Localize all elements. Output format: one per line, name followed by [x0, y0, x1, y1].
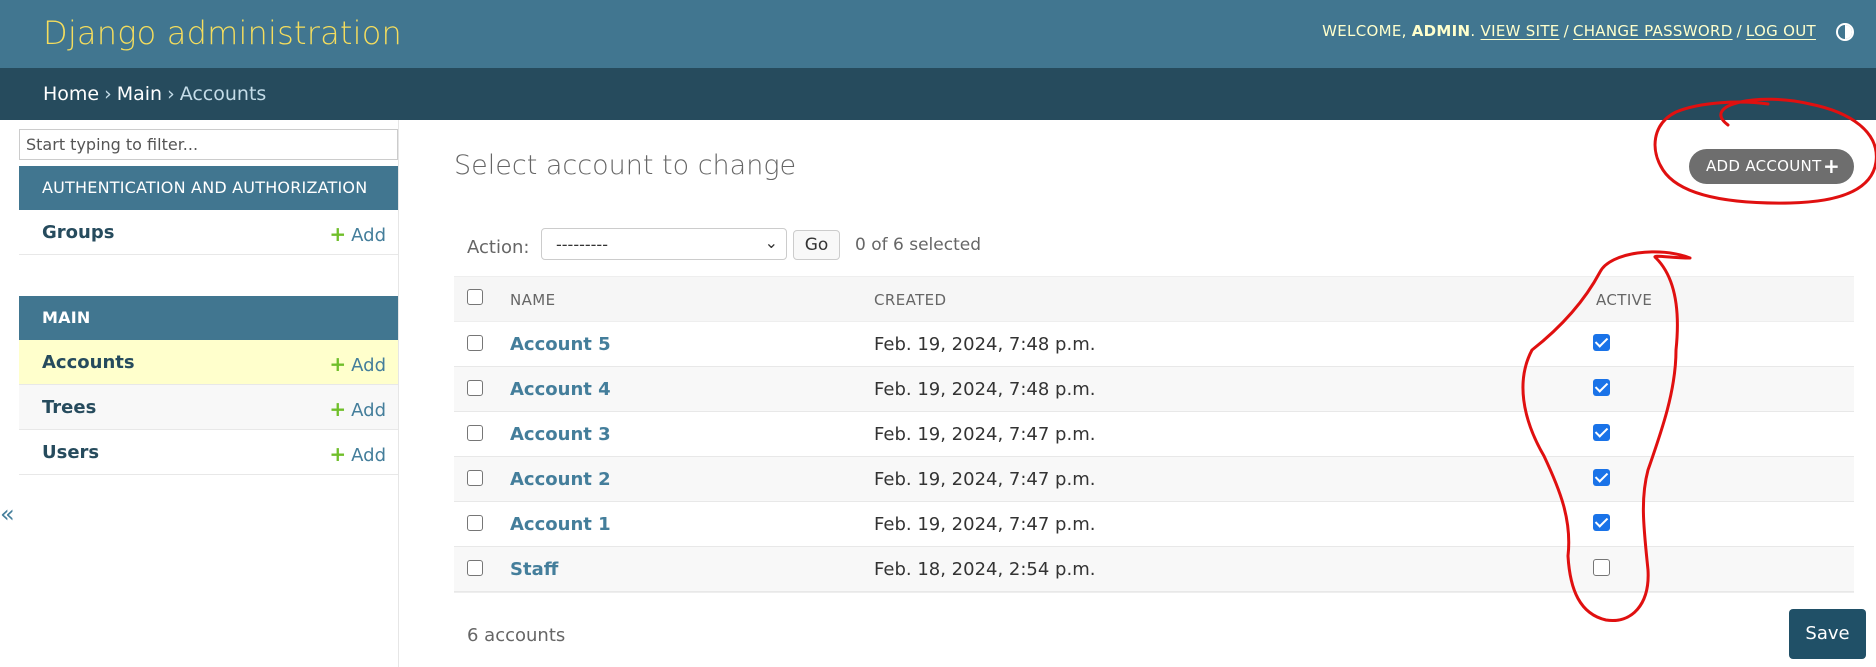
row-select-checkbox[interactable] [467, 515, 483, 531]
table-row: Account 1 Feb. 19, 2024, 7:47 p.m. [454, 502, 1854, 547]
row-name-link[interactable]: Staff [510, 559, 558, 580]
result-list-table: Name Created Active Account 5 Feb. 19, 2… [454, 276, 1854, 592]
row-active-checkbox[interactable] [1593, 379, 1610, 396]
row-created: Feb. 19, 2024, 7:47 p.m. [874, 469, 1096, 490]
sidebar-item-label[interactable]: Trees [42, 397, 96, 418]
page-title: Select account to change [454, 150, 797, 181]
table-row: Staff Feb. 18, 2024, 2:54 p.m. [454, 547, 1854, 592]
add-account-label: Add Account [1706, 157, 1822, 175]
site-header: Django administration Welcome, admin. Vi… [0, 0, 1876, 68]
go-button[interactable]: Go [793, 230, 840, 260]
column-header-active[interactable]: Active [1596, 291, 1652, 309]
nav-sidebar: Authentication and Authorization Groups … [0, 120, 399, 667]
breadcrumb-home[interactable]: Home [43, 83, 99, 105]
column-header-created[interactable]: Created [874, 291, 946, 309]
breadcrumb-current: Accounts [179, 83, 267, 105]
table-row: Account 4 Feb. 19, 2024, 7:48 p.m. [454, 367, 1854, 412]
save-button[interactable]: Save [1789, 609, 1866, 659]
table-row: Account 5 Feb. 19, 2024, 7:48 p.m. [454, 322, 1854, 367]
add-account-button[interactable]: Add Account + [1689, 149, 1854, 184]
app-caption-main[interactable]: Main [19, 296, 398, 340]
username: admin [1411, 22, 1471, 40]
result-count: 6 accounts [467, 625, 566, 646]
row-active-checkbox[interactable] [1593, 514, 1610, 531]
change-password-link[interactable]: Change password [1573, 22, 1733, 40]
sidebar-item-label[interactable]: Users [42, 442, 99, 463]
row-created: Feb. 19, 2024, 7:48 p.m. [874, 379, 1096, 400]
select-all-checkbox[interactable] [467, 289, 483, 305]
sidebar-item-label[interactable]: Accounts [42, 352, 135, 373]
plus-icon: + [329, 397, 347, 421]
row-name-link[interactable]: Account 5 [510, 334, 611, 355]
row-created: Feb. 19, 2024, 7:47 p.m. [874, 424, 1096, 445]
trees-add-link[interactable]: + Add [329, 397, 386, 421]
sidebar-item-accounts: Accounts + Add [19, 340, 398, 385]
row-select-checkbox[interactable] [467, 335, 483, 351]
welcome-text: Welcome, [1322, 22, 1407, 40]
groups-add-link[interactable]: + Add [329, 222, 386, 246]
plus-icon: + [329, 442, 347, 466]
app-caption-auth[interactable]: Authentication and Authorization [19, 166, 398, 210]
view-site-link[interactable]: View site [1481, 22, 1560, 40]
action-select[interactable]: --------- ⌄ [541, 228, 787, 260]
breadcrumb: Home › Main › Accounts [0, 68, 1876, 120]
row-select-checkbox[interactable] [467, 560, 483, 576]
action-label: Action: [467, 237, 530, 258]
site-branding[interactable]: Django administration [43, 14, 402, 52]
chevron-down-icon: ⌄ [764, 233, 778, 252]
accounts-add-link[interactable]: + Add [329, 352, 386, 376]
row-select-checkbox[interactable] [467, 380, 483, 396]
users-add-link[interactable]: + Add [329, 442, 386, 466]
row-select-checkbox[interactable] [467, 425, 483, 441]
table-row: Account 3 Feb. 19, 2024, 7:47 p.m. [454, 412, 1854, 457]
table-row: Account 2 Feb. 19, 2024, 7:47 p.m. [454, 457, 1854, 502]
column-header-name[interactable]: Name [510, 291, 556, 309]
toggle-nav-sidebar-icon[interactable]: « [0, 500, 15, 528]
nav-filter-input[interactable] [19, 129, 398, 160]
actions-bar: Action: --------- ⌄ Go 0 of 6 selected [454, 228, 1854, 276]
row-name-link[interactable]: Account 3 [510, 424, 611, 445]
sidebar-item-users: Users + Add [19, 430, 398, 475]
row-active-checkbox[interactable] [1593, 424, 1610, 441]
sidebar-item-label[interactable]: Groups [42, 222, 114, 243]
app-main: Main Accounts + Add Trees + Add Users + Add [19, 296, 398, 475]
row-created: Feb. 19, 2024, 7:47 p.m. [874, 514, 1096, 535]
app-auth: Authentication and Authorization Groups … [19, 166, 398, 255]
table-header: Name Created Active [454, 276, 1854, 322]
row-name-link[interactable]: Account 2 [510, 469, 611, 490]
row-name-link[interactable]: Account 1 [510, 514, 611, 535]
row-created: Feb. 19, 2024, 7:48 p.m. [874, 334, 1096, 355]
log-out-link[interactable]: Log out [1746, 22, 1816, 40]
breadcrumb-main[interactable]: Main [117, 83, 162, 105]
row-select-checkbox[interactable] [467, 470, 483, 486]
row-active-checkbox[interactable] [1593, 559, 1610, 576]
paginator: 6 accounts [454, 592, 1854, 667]
plus-icon: + [1822, 154, 1840, 178]
row-name-link[interactable]: Account 4 [510, 379, 611, 400]
theme-toggle-icon[interactable] [1836, 23, 1854, 41]
sidebar-item-trees: Trees + Add [19, 385, 398, 430]
row-active-checkbox[interactable] [1593, 469, 1610, 486]
action-counter: 0 of 6 selected [855, 235, 981, 255]
sidebar-item-groups: Groups + Add [19, 210, 398, 255]
plus-icon: + [329, 352, 347, 376]
row-created: Feb. 18, 2024, 2:54 p.m. [874, 559, 1096, 580]
action-select-value: --------- [556, 235, 608, 254]
row-active-checkbox[interactable] [1593, 334, 1610, 351]
user-tools: Welcome, admin. View site / Change passwor… [1322, 22, 1816, 40]
plus-icon: + [329, 222, 347, 246]
